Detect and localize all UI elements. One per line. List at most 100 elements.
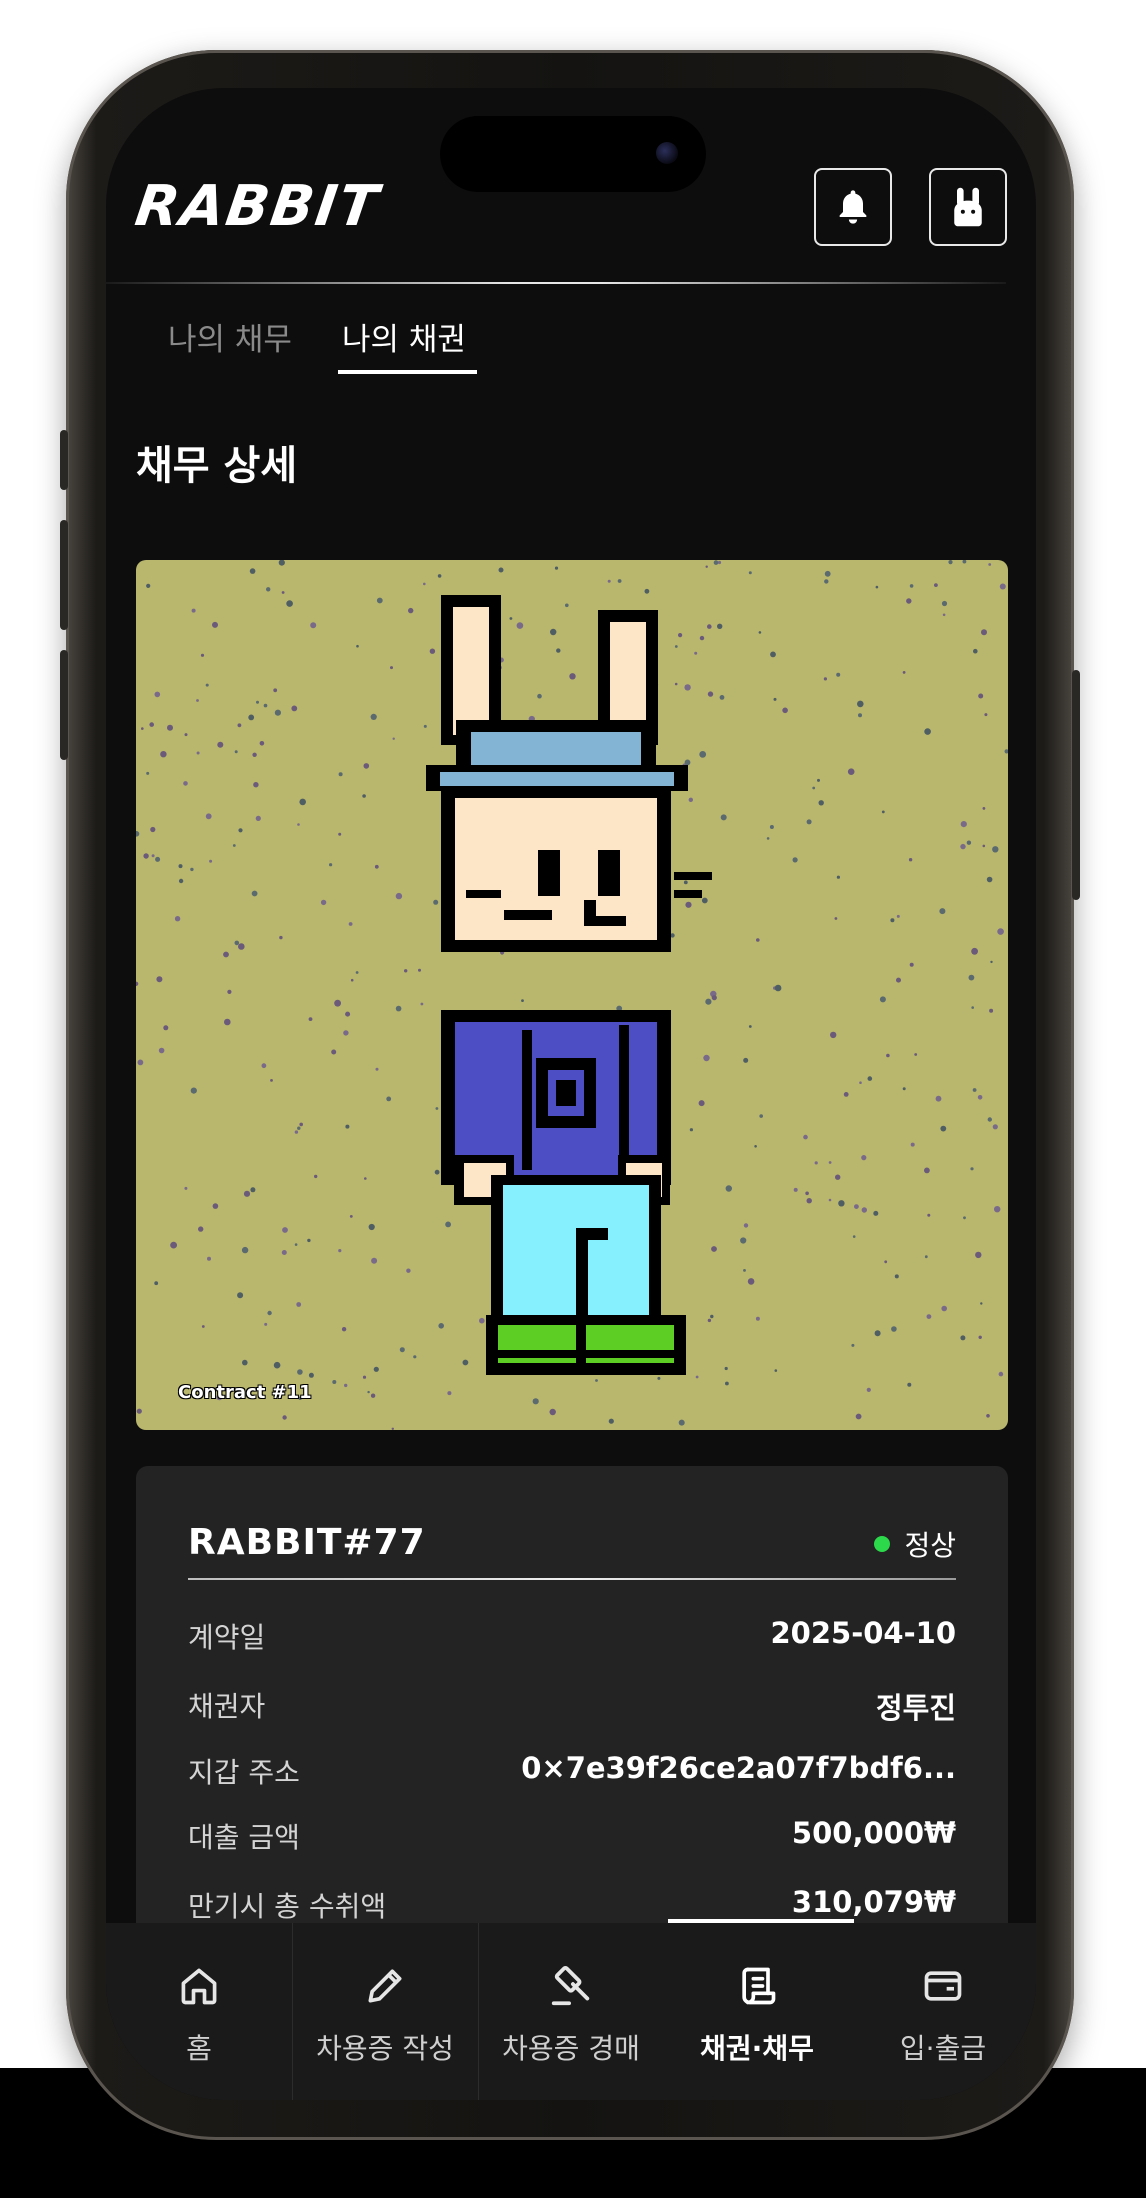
speckle [770, 651, 776, 658]
speckle [433, 899, 439, 905]
speckle [963, 1216, 966, 1220]
notification-button[interactable] [814, 168, 892, 246]
speckle [212, 621, 218, 628]
speckle [724, 1366, 728, 1371]
speckle [462, 1359, 469, 1366]
speckle [695, 1375, 699, 1379]
speckle [554, 566, 559, 570]
speckle [748, 1025, 752, 1028]
speckle [707, 691, 714, 697]
nft-image[interactable]: Contract #11 [136, 560, 1008, 1430]
speckle [521, 999, 524, 1002]
tab-my-debt[interactable]: 나의 채무 [168, 314, 292, 359]
speckle [968, 974, 975, 981]
speckle [565, 603, 569, 608]
speckle [320, 899, 327, 906]
speckle [970, 1167, 974, 1171]
speckle [281, 591, 285, 594]
speckle [368, 1223, 375, 1231]
speckle [270, 1079, 273, 1082]
shirt-seam [522, 1030, 532, 1170]
right-ear [610, 622, 646, 735]
home-icon [176, 1963, 222, 2009]
speckle [241, 1246, 249, 1254]
volume-down-button [60, 650, 68, 760]
speckle [689, 1128, 694, 1132]
row-value: 2025-04-10 [770, 1616, 957, 1650]
speckle [363, 763, 370, 769]
shoe-sole-line [498, 1350, 674, 1358]
speckle [537, 693, 542, 699]
nav-write-note[interactable]: 차용증 작성 [292, 1923, 478, 2100]
app-logo[interactable]: RABBIT [131, 174, 383, 239]
row-label: 지갑 주소 [188, 1756, 300, 1789]
speckle [201, 1325, 205, 1328]
speckle [155, 856, 161, 862]
speckle [184, 733, 188, 737]
camera-icon [656, 142, 678, 164]
speckle [250, 1187, 256, 1193]
speckle [279, 935, 283, 940]
row-label: 만기시 총 수취액 [188, 1890, 387, 1923]
speckle [391, 1427, 394, 1430]
shirt-strap [619, 1025, 629, 1170]
speckle [960, 1335, 966, 1341]
speckle [997, 928, 1004, 935]
speckle [184, 1186, 188, 1190]
detail-row-contract-date: 계약일 2025-04-10 [188, 1616, 956, 1666]
speckle [438, 1323, 445, 1329]
speckle [297, 823, 300, 826]
speckle [137, 1059, 144, 1066]
speckle [190, 1087, 197, 1094]
profile-button[interactable] [929, 168, 1007, 246]
speckle [982, 844, 986, 848]
row-value[interactable]: 0×7e39f26ce2a07f7bdf6... [521, 1751, 956, 1785]
speckle [420, 1002, 424, 1006]
speckle [867, 1076, 873, 1081]
volume-up-button [60, 520, 68, 630]
nav-bond-debt[interactable]: 채권·채무 [664, 1923, 850, 2100]
speckle [174, 916, 181, 922]
nav-home[interactable]: 홈 [106, 1923, 292, 2100]
speckle [569, 673, 576, 680]
speckle [678, 633, 683, 638]
speckle [941, 1305, 947, 1312]
speckle [984, 713, 988, 717]
speckle [962, 560, 967, 564]
tab-my-bond[interactable]: 나의 채권 [342, 314, 466, 359]
nav-auction[interactable]: 차용증 경매 [478, 1923, 664, 2100]
speckle [516, 622, 524, 629]
bell-icon [839, 190, 867, 224]
pocket-center [556, 1080, 576, 1106]
speckle [824, 579, 829, 584]
speckle [980, 1302, 983, 1305]
speckle [267, 1310, 272, 1316]
debt-tabs: 나의 채무 나의 채권 [106, 306, 1036, 366]
status-badge: 정상 [874, 1524, 956, 1564]
speckle [479, 1317, 485, 1324]
speckle [205, 683, 209, 687]
speckle [136, 831, 140, 837]
speckle [674, 645, 678, 648]
speckle [982, 807, 986, 810]
speckle [999, 583, 1006, 590]
speckle [941, 600, 948, 607]
speckle [259, 741, 265, 746]
speckle [935, 1095, 942, 1102]
speckle [774, 984, 782, 992]
speckle [978, 1335, 982, 1339]
nav-deposit-withdraw[interactable]: 입·출금 [850, 1923, 1036, 2100]
speckle [992, 846, 999, 853]
speckle [156, 976, 163, 983]
speckle [350, 978, 354, 982]
speckle [847, 768, 855, 775]
speckle [178, 878, 184, 884]
speckle [227, 989, 232, 994]
speckle [278, 560, 285, 566]
speckle [896, 914, 900, 918]
speckle [532, 1398, 539, 1405]
speckle [725, 1381, 729, 1386]
speckle [713, 560, 719, 565]
row-value: 정투진 [875, 1691, 956, 1725]
speckle [717, 623, 723, 629]
